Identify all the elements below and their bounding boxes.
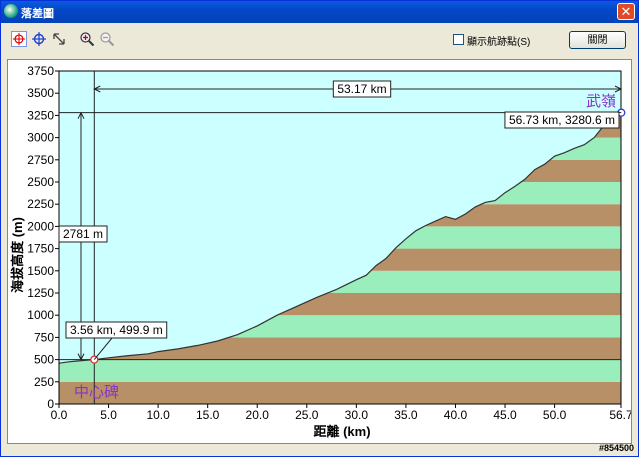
distance-label-text: 53.17 km	[337, 82, 386, 96]
y-tick-label: 2750	[27, 153, 54, 167]
window-title: 落差圖	[21, 8, 54, 20]
zoom-in-icon[interactable]	[79, 31, 95, 47]
y-tick-label: 500	[34, 353, 54, 367]
show-waypoints-checkbox[interactable]	[453, 34, 464, 45]
x-axis-label: 距離 (km)	[313, 424, 370, 439]
x-tick-label: 35.0	[394, 408, 418, 422]
x-tick-label: 56.7	[609, 408, 631, 422]
start-point-label: 3.56 km, 499.9 m	[65, 321, 168, 339]
y-tick-label: 1250	[27, 286, 54, 300]
x-tick-label: 20.0	[246, 408, 270, 422]
elevation-band	[59, 381, 621, 404]
crosshair-blue-icon[interactable]	[31, 31, 47, 47]
crosshair-red-icon[interactable]	[11, 31, 27, 47]
elevation-band	[59, 359, 621, 382]
pan-icon[interactable]	[51, 31, 67, 47]
y-tick-label: 2000	[27, 219, 54, 233]
show-waypoints-label: 顯示航跡點(S)	[467, 37, 531, 48]
x-tick-label: 40.0	[444, 408, 468, 422]
x-tick-label: 25.0	[295, 408, 319, 422]
y-tick-label: 1750	[27, 242, 54, 256]
y-axis-label: 海拔高度 (m)	[10, 217, 25, 293]
y-tick-label: 2250	[27, 197, 54, 211]
title-bar[interactable]: 落差圖 ✕	[1, 1, 638, 23]
y-tick-label: 750	[34, 330, 54, 344]
end-point-leader	[616, 111, 622, 114]
distance-label: 53.17 km	[332, 80, 392, 98]
x-tick-label: 10.0	[146, 408, 170, 422]
start-point-label-text: 3.56 km, 499.9 m	[70, 323, 163, 337]
chart-panel: 0 250 500 750 1000 1250 1500 1750 2000 2250 2500 27…	[7, 59, 633, 444]
window-close-button[interactable]: ✕	[617, 3, 635, 20]
image-id: #854500	[598, 443, 634, 453]
y-tick-label: 250	[34, 375, 54, 389]
start-station-label: 中心碑	[74, 384, 119, 401]
end-point-label-text: 56.73 km, 3280.6 m	[509, 113, 615, 127]
app-icon	[4, 4, 18, 18]
x-tick-label: 50.0	[543, 408, 567, 422]
y-tick-label: 3250	[27, 108, 54, 122]
elevation-diff-label-text: 2781 m	[63, 227, 103, 241]
toolbar	[1, 23, 638, 55]
end-point-label: 56.73 km, 3280.6 m	[504, 111, 620, 129]
x-tick-label: 5.0	[100, 408, 117, 422]
y-tick-label: 3000	[27, 131, 54, 145]
y-tick-label: 3500	[27, 86, 54, 100]
end-station-label: 武嶺	[586, 93, 616, 110]
y-tick-label: 1000	[27, 308, 54, 322]
y-tick-label: 2500	[27, 175, 54, 189]
y-tick-label: 1500	[27, 264, 54, 278]
x-tick-label: 45.0	[493, 408, 517, 422]
x-tick-label: 0.0	[51, 408, 68, 422]
zoom-out-icon[interactable]	[99, 31, 115, 47]
close-button[interactable]: 關閉	[569, 31, 626, 49]
elevation-chart[interactable]: 0250500750100012501500175020002250250027…	[8, 60, 633, 443]
x-tick-label: 30.0	[345, 408, 369, 422]
elevation-diff-label: 2781 m	[58, 225, 108, 243]
x-tick-label: 15.0	[196, 408, 220, 422]
status-bar: #854500	[1, 443, 638, 456]
y-tick-label: 3750	[27, 64, 54, 78]
profile-window: 落差圖 ✕ 顯示航跡點(S) 關閉 0 250 500 750 1000 125…	[0, 0, 639, 457]
